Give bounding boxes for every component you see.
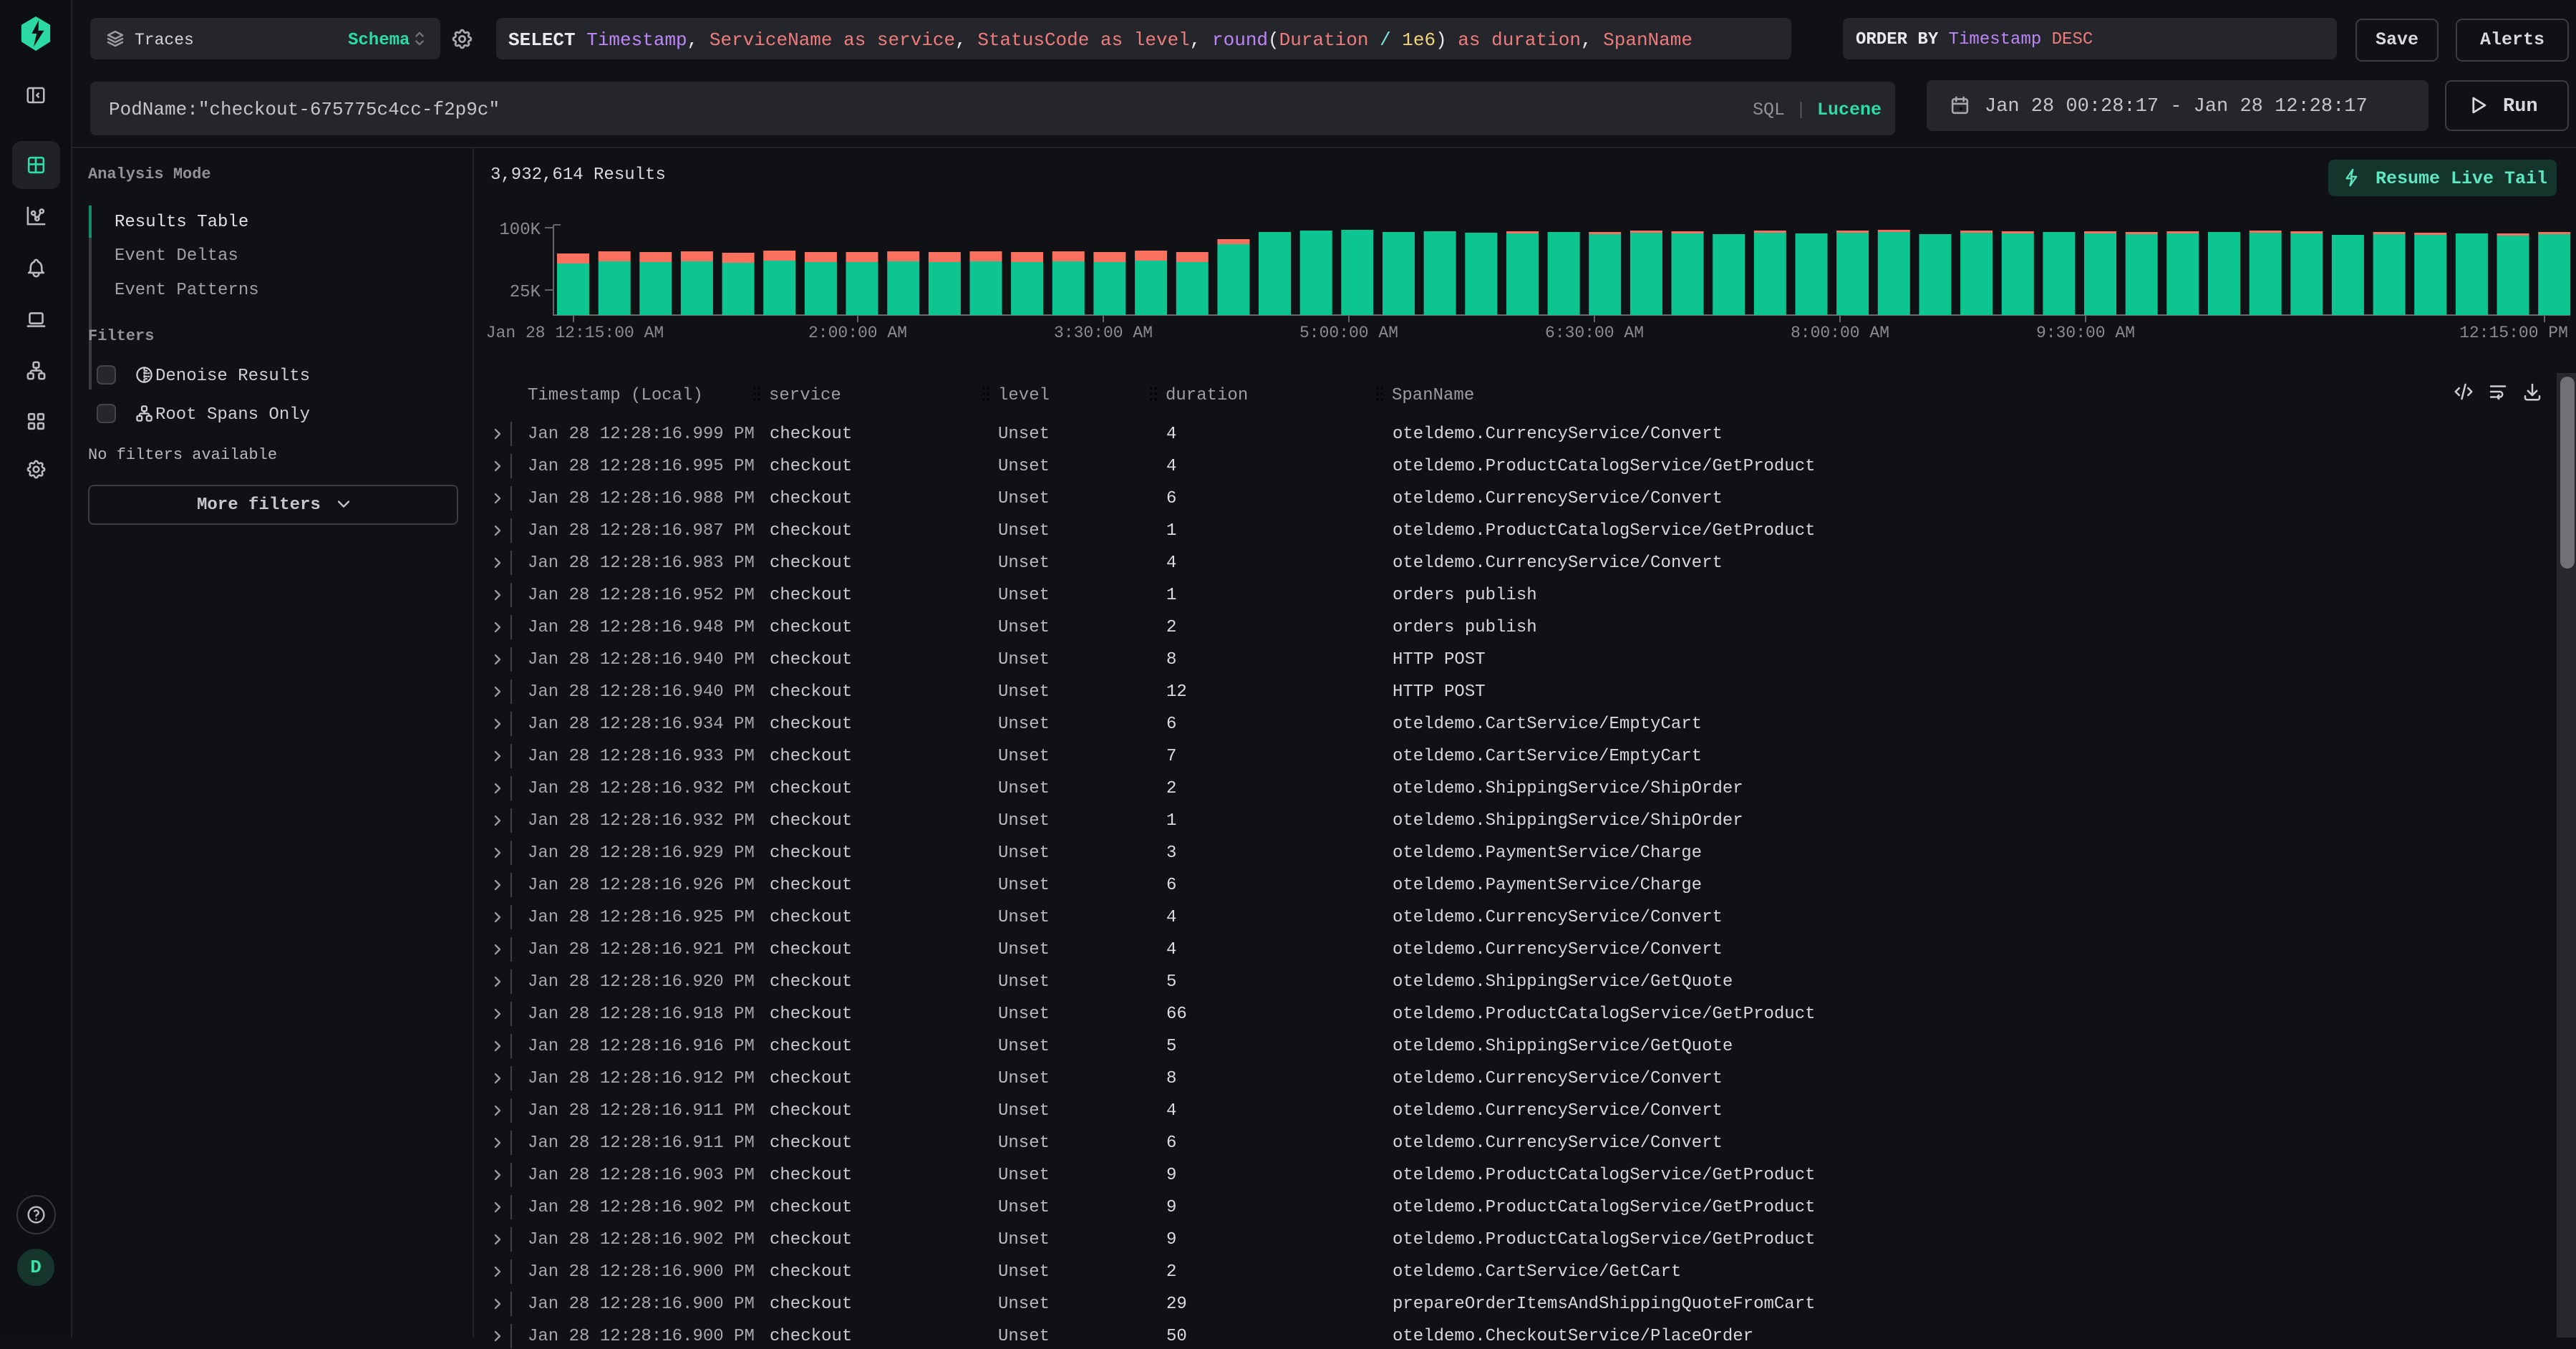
svg-text:Jan 28 12:15:00 AM: Jan 28 12:15:00 AM [486,324,664,342]
svg-text:9:30:00 AM: 9:30:00 AM [2036,324,2135,342]
svg-text:2:00:00 AM: 2:00:00 AM [808,324,907,342]
svg-text:8:00:00 AM: 8:00:00 AM [1791,324,1889,342]
svg-text:25K: 25K [510,283,541,302]
svg-text:100K: 100K [499,221,541,240]
svg-text:3:30:00 AM: 3:30:00 AM [1054,324,1153,342]
svg-text:5:00:00 AM: 5:00:00 AM [1299,324,1398,342]
svg-text:6:30:00 AM: 6:30:00 AM [1545,324,1644,342]
svg-text:12:15:00 PM: 12:15:00 PM [2459,324,2568,342]
